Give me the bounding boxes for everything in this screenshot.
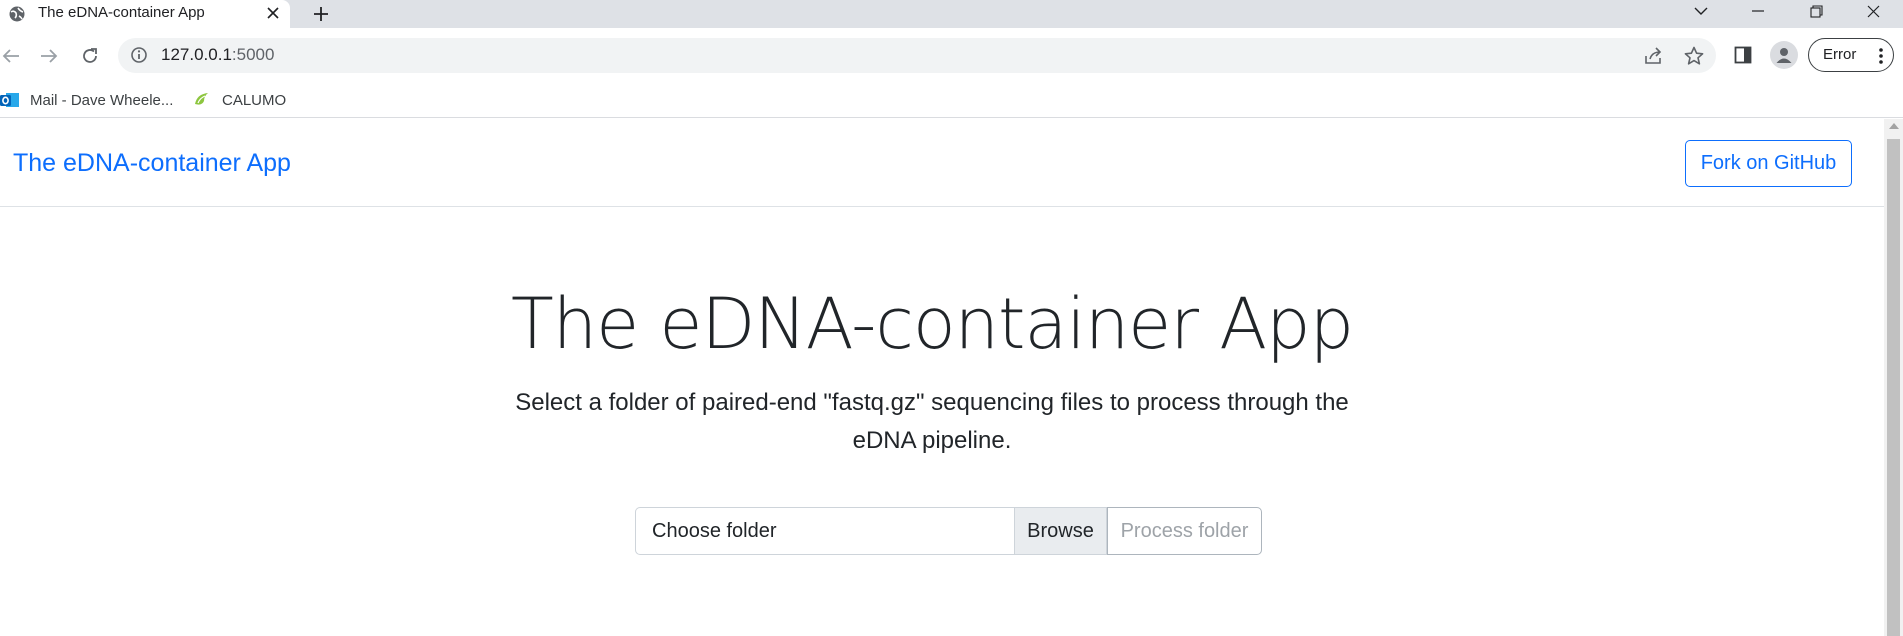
close-window-icon[interactable]: [1850, 0, 1896, 22]
url-text[interactable]: 127.0.0.1:5000: [161, 45, 274, 65]
app-navbar: The eDNA-container App Fork on GitHub: [0, 119, 1884, 207]
globe-icon: [8, 5, 26, 23]
outlook-icon: [0, 90, 20, 110]
tab-title: The eDNA-container App: [38, 4, 205, 21]
choose-folder-placeholder: Choose folder: [652, 519, 777, 542]
minimize-icon[interactable]: [1735, 0, 1781, 22]
address-bar[interactable]: 127.0.0.1:5000: [118, 38, 1716, 73]
folder-upload-group: Choose folder Browse Process folder: [635, 507, 1262, 555]
bookmark-star-icon[interactable]: [1683, 45, 1705, 67]
browse-button[interactable]: Browse: [1014, 507, 1107, 555]
profile-avatar-icon[interactable]: [1770, 41, 1798, 69]
share-icon[interactable]: [1643, 45, 1665, 67]
browser-toolbar: 127.0.0.1:5000 Error: [0, 28, 1903, 82]
page-scrollbar[interactable]: [1884, 119, 1903, 636]
process-folder-button[interactable]: Process folder: [1107, 507, 1262, 555]
url-host: 127.0.0.1: [161, 45, 232, 64]
side-panel-icon[interactable]: [1730, 42, 1756, 68]
hero-lead-text: Select a folder of paired-end "fastq.gz"…: [515, 389, 1349, 454]
bookmark-calumo-label: CALUMO: [222, 91, 287, 109]
url-port: :5000: [231, 45, 275, 64]
tab-strip: The eDNA-container App: [0, 0, 1903, 28]
choose-folder-input[interactable]: Choose folder: [635, 507, 1014, 555]
profile-error-button[interactable]: Error: [1808, 38, 1894, 72]
close-tab-icon[interactable]: [262, 2, 284, 24]
active-tab[interactable]: The eDNA-container App: [0, 0, 290, 28]
scrollbar-thumb[interactable]: [1887, 139, 1900, 636]
navbar-brand-link[interactable]: The eDNA-container App: [13, 149, 291, 178]
page-viewport: The eDNA-container App Fork on GitHub Th…: [0, 119, 1884, 636]
bookmark-mail[interactable]: Mail - Dave Wheele...: [0, 88, 173, 112]
site-info-icon[interactable]: [130, 46, 148, 64]
new-tab-icon[interactable]: [308, 1, 334, 27]
hero-title: The eDNA-container App: [510, 283, 1354, 365]
profile-error-label: Error: [1823, 46, 1857, 63]
scroll-up-arrow-icon[interactable]: [1889, 123, 1899, 129]
forward-icon[interactable]: [35, 42, 63, 70]
bookmark-mail-label: Mail - Dave Wheele...: [30, 91, 174, 109]
calumo-icon: [192, 90, 212, 110]
bookmarks-bar: Mail - Dave Wheele... CALUMO: [0, 82, 1903, 118]
fork-on-github-button[interactable]: Fork on GitHub: [1685, 140, 1852, 187]
restore-icon[interactable]: [1793, 0, 1839, 22]
tab-search-icon[interactable]: [1678, 0, 1724, 22]
bookmark-calumo[interactable]: CALUMO: [192, 88, 286, 112]
reload-icon[interactable]: [76, 42, 104, 70]
back-icon[interactable]: [0, 42, 25, 70]
kebab-menu-icon[interactable]: [1873, 47, 1889, 65]
